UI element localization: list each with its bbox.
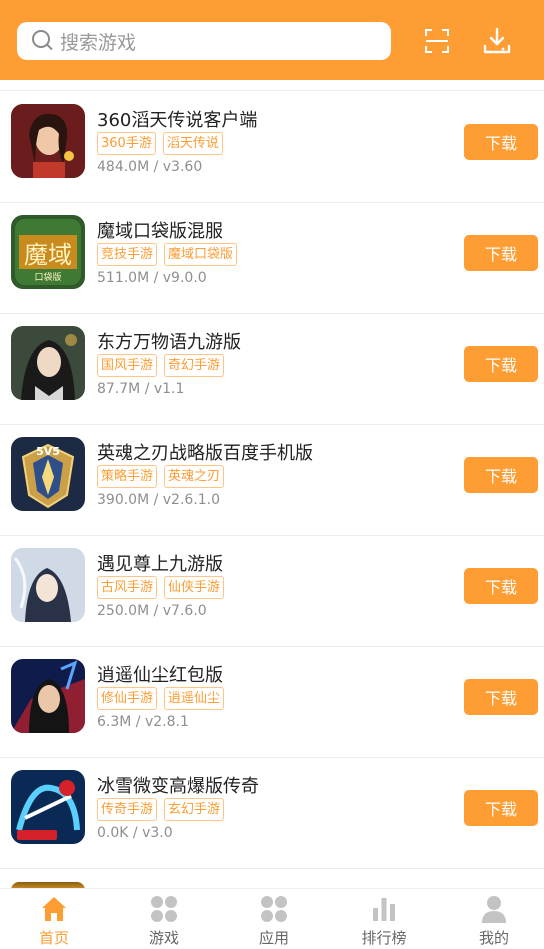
game-tag[interactable]: 英魂之刃: [164, 465, 225, 488]
scan-icon[interactable]: [422, 26, 452, 56]
user-icon: [482, 896, 506, 923]
game-row[interactable]: 遇见尊上九游版 古风手游 仙侠手游 250.0M / v7.6.0 下载: [0, 535, 544, 647]
game-tag[interactable]: 滔天传说: [162, 132, 223, 155]
download-icon[interactable]: [482, 26, 512, 56]
game-tag[interactable]: 奇幻手游: [164, 354, 225, 377]
game-icon: 5V5: [11, 437, 85, 511]
tab-games[interactable]: 游戏: [110, 889, 218, 949]
game-meta: 0.0K / v3.0: [97, 825, 173, 841]
game-meta: 390.0M / v2.6.1.0: [97, 492, 221, 508]
game-icon: 魔域 口袋版: [11, 215, 85, 289]
tab-home[interactable]: 首页: [0, 889, 108, 949]
game-tag[interactable]: 玄幻手游: [164, 798, 225, 821]
moyu-logo-text: 魔域: [24, 241, 72, 269]
game-title[interactable]: 魔域口袋版混服: [97, 217, 223, 243]
game-tag[interactable]: 古风手游: [97, 576, 158, 599]
game-tag[interactable]: 360手游: [97, 132, 156, 155]
game-title[interactable]: 东方万物语九游版: [97, 328, 241, 354]
tab-label: 首页: [38, 929, 69, 947]
game-icon: [11, 770, 85, 844]
game-title[interactable]: 英魂之刃战略版百度手机版: [97, 439, 313, 465]
game-icon: [11, 104, 85, 178]
game-tag[interactable]: 竞技手游: [97, 243, 158, 266]
game-title[interactable]: 冰雪微变高爆版传奇: [97, 772, 259, 798]
game-tag[interactable]: 魔域口袋版: [164, 243, 238, 266]
tab-label: 应用: [258, 929, 289, 947]
tab-rankings[interactable]: 排行榜: [330, 889, 438, 949]
bottom-tab-bar: 首页 游戏 应用 排行榜 我的: [0, 888, 544, 949]
game-tag[interactable]: 仙侠手游: [164, 576, 225, 599]
game-tag[interactable]: 传奇手游: [97, 798, 158, 821]
game-meta: 6.3M / v2.8.1: [97, 714, 189, 730]
game-tag[interactable]: 国风手游: [97, 354, 158, 377]
game-row[interactable]: 东方万物语九游版 国风手游 奇幻手游 87.7M / v1.1 下载: [0, 313, 544, 425]
download-button[interactable]: 下载: [464, 568, 538, 604]
bar-chart-icon: [373, 898, 395, 921]
download-button[interactable]: 下载: [464, 235, 538, 271]
tab-label: 游戏: [148, 929, 179, 947]
tab-label: 排行榜: [361, 929, 407, 947]
game-meta: 250.0M / v7.6.0: [97, 603, 207, 619]
tab-apps[interactable]: 应用: [220, 889, 328, 949]
game-icon: [11, 659, 85, 733]
game-icon: [11, 326, 85, 400]
apps-icon: [261, 896, 287, 922]
game-title[interactable]: 360滔天传说客户端: [97, 106, 257, 132]
game-row[interactable]: 冰雪微变高爆版传奇 传奇手游 玄幻手游 0.0K / v3.0 下载: [0, 757, 544, 869]
tab-profile[interactable]: 我的: [440, 889, 544, 949]
game-row[interactable]: 魔域 口袋版 魔域口袋版混服 竞技手游 魔域口袋版 511.0M / v9.0.…: [0, 202, 544, 314]
moyu-logo-subtext: 口袋版: [34, 271, 61, 283]
game-meta: 511.0M / v9.0.0: [97, 270, 207, 286]
top-header: 搜索游戏: [0, 0, 544, 80]
download-button[interactable]: 下载: [464, 346, 538, 382]
yinghun-logo-text: 5V5: [36, 445, 60, 458]
tab-label: 我的: [478, 929, 509, 947]
game-title[interactable]: 逍遥仙尘红包版: [97, 661, 223, 687]
home-icon: [42, 897, 66, 921]
grid-icon: [151, 896, 177, 922]
game-icon: [11, 548, 85, 622]
download-button[interactable]: 下载: [464, 124, 538, 160]
game-row[interactable]: 逍遥仙尘红包版 修仙手游 逍遥仙尘 6.3M / v2.8.1 下载: [0, 646, 544, 758]
game-tag[interactable]: 逍遥仙尘: [164, 687, 225, 710]
download-button[interactable]: 下载: [464, 457, 538, 493]
game-title[interactable]: 遇见尊上九游版: [97, 550, 223, 576]
game-tag[interactable]: 策略手游: [97, 465, 158, 488]
game-tag[interactable]: 修仙手游: [97, 687, 158, 710]
search-input[interactable]: 搜索游戏: [17, 22, 391, 60]
game-meta: 87.7M / v1.1: [97, 381, 185, 397]
game-meta: 484.0M / v3.60: [97, 159, 203, 175]
search-placeholder: 搜索游戏: [60, 31, 137, 54]
download-button[interactable]: 下载: [464, 679, 538, 715]
game-row[interactable]: 360滔天传说客户端 360手游 滔天传说 484.0M / v3.60 下载: [0, 91, 544, 203]
search-icon: [30, 28, 56, 54]
download-button[interactable]: 下载: [464, 790, 538, 826]
game-row[interactable]: 5V5 英魂之刃战略版百度手机版 策略手游 英魂之刃 390.0M / v2.6…: [0, 424, 544, 536]
